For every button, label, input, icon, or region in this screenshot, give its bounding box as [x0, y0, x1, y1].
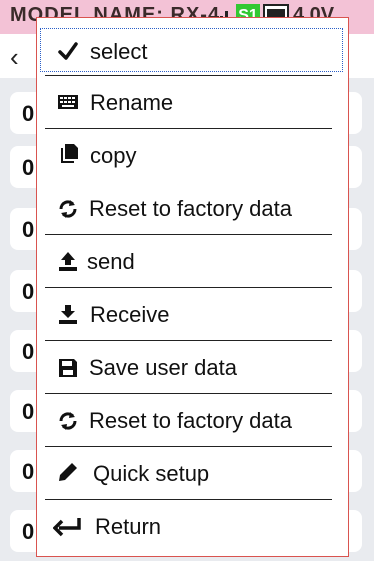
download-icon	[59, 305, 77, 324]
return-arrow-icon	[53, 518, 81, 537]
menu-item-quick-setup[interactable]: Quick setup	[37, 447, 348, 500]
back-chevron-icon[interactable]: ‹	[10, 42, 19, 73]
menu-item-send[interactable]: send	[37, 235, 348, 288]
menu-item-label: select	[90, 39, 148, 64]
refresh-icon	[59, 200, 77, 218]
menu-item-reset-factory-2[interactable]: Reset to factory data	[37, 394, 348, 447]
list-item-label: 0	[22, 459, 35, 484]
menu-item-return[interactable]: Return	[37, 500, 348, 553]
upload-icon	[59, 252, 77, 271]
menu-item-label: Reset to factory data	[89, 408, 292, 433]
pencil-icon	[59, 463, 77, 481]
list-item-label: 0	[22, 399, 35, 424]
list-item-label: 0	[22, 101, 35, 126]
list-item-label: 0	[22, 279, 35, 304]
menu-item-receive[interactable]: Receive	[37, 288, 348, 341]
copy-icon	[61, 144, 78, 163]
menu-item-label: send	[87, 249, 135, 274]
menu-item-label: Receive	[90, 302, 170, 327]
list-item-label: 0	[22, 217, 35, 242]
list-item-label: 0	[22, 155, 35, 180]
refresh-icon	[59, 412, 77, 430]
check-icon	[58, 42, 78, 60]
context-menu: select Rename copy Reset to factory data	[36, 17, 349, 557]
menu-item-label: Quick setup	[93, 461, 210, 486]
menu-item-copy[interactable]: copy	[37, 129, 348, 182]
list-item-label: 0	[22, 519, 35, 544]
menu-item-label: Rename	[90, 90, 174, 115]
menu-item-rename[interactable]: Rename	[37, 76, 348, 129]
keyboard-icon	[58, 95, 78, 109]
save-icon	[59, 359, 77, 377]
selection-highlight	[40, 28, 343, 72]
menu-item-label: Save user data	[89, 355, 237, 380]
list-item-label: 0	[22, 339, 35, 364]
menu-item-save-user-data[interactable]: Save user data	[37, 341, 348, 394]
menu-item-reset-factory[interactable]: Reset to factory data	[37, 182, 348, 235]
menu-item-select[interactable]: select	[37, 21, 348, 76]
menu-item-label: copy	[90, 143, 137, 168]
menu-item-label: Reset to factory data	[89, 196, 292, 221]
menu-item-label: Return	[95, 514, 162, 539]
